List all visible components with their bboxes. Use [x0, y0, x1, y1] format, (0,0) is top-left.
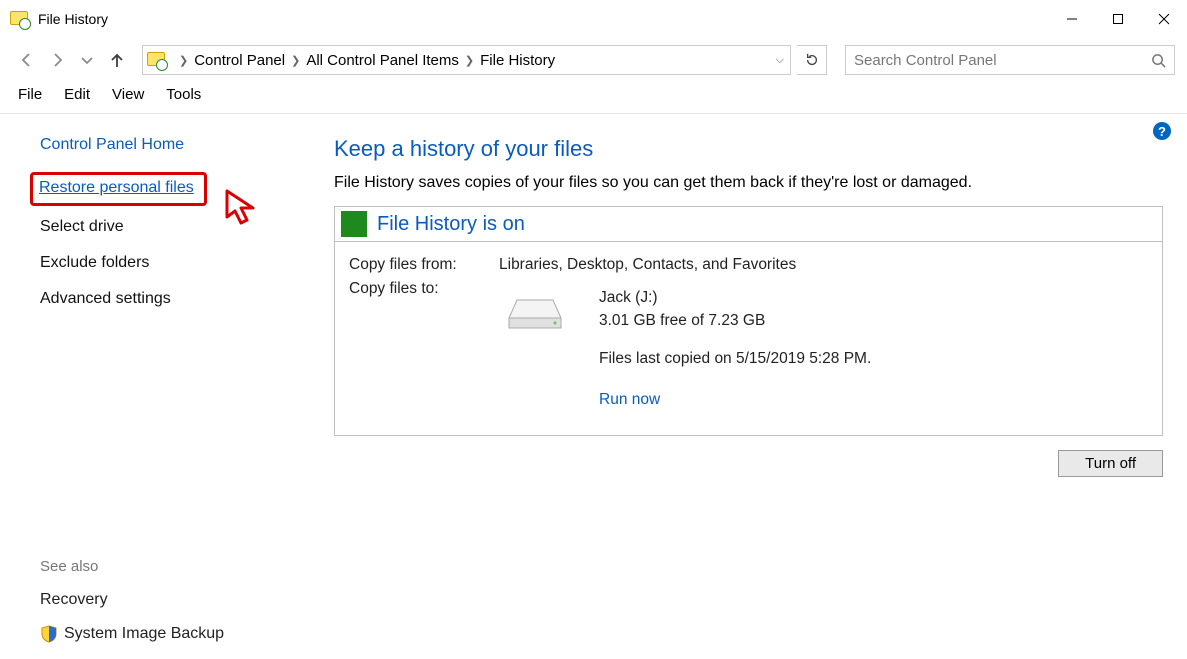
copy-from-label: Copy files from:: [349, 256, 499, 274]
sidebar-advanced-settings[interactable]: Advanced settings: [40, 290, 320, 308]
run-now-link[interactable]: Run now: [599, 388, 871, 411]
address-dropdown-icon[interactable]: ⌵: [776, 54, 784, 67]
status-indicator-icon: [341, 211, 367, 237]
status-title: File History is on: [377, 213, 525, 236]
menu-file[interactable]: File: [18, 86, 42, 103]
last-copied: Files last copied on 5/15/2019 5:28 PM.: [599, 347, 871, 370]
menu-tools[interactable]: Tools: [166, 86, 201, 103]
chevron-right-icon: ❯: [291, 54, 300, 67]
page-heading: Keep a history of your files: [334, 136, 1163, 162]
main-panel: Keep a history of your files File Histor…: [320, 118, 1187, 659]
sidebar-restore-personal-files[interactable]: Restore personal files: [39, 179, 194, 196]
sidebar-select-drive[interactable]: Select drive: [40, 218, 320, 236]
titlebar: File History: [0, 0, 1187, 38]
turn-off-button[interactable]: Turn off: [1058, 450, 1163, 477]
navigation-row: ❯ Control Panel ❯ All Control Panel Item…: [0, 38, 1187, 82]
sidebar-system-image-backup[interactable]: System Image Backup: [40, 625, 320, 643]
status-box: File History is on Copy files from: Libr…: [334, 206, 1163, 436]
chevron-right-icon: ❯: [465, 54, 474, 67]
breadcrumb-control-panel[interactable]: Control Panel: [194, 52, 285, 69]
drive-space: 3.01 GB free of 7.23 GB: [599, 309, 871, 332]
cursor-icon: [223, 187, 263, 232]
sidebar-system-image-label: System Image Backup: [64, 625, 224, 643]
content-area: ? Control Panel Home Restore personal fi…: [0, 114, 1187, 659]
sidebar-recovery[interactable]: Recovery: [40, 591, 320, 609]
annotation-highlight: Restore personal files: [30, 172, 207, 206]
breadcrumb-file-history[interactable]: File History: [480, 52, 555, 69]
help-icon[interactable]: ?: [1153, 122, 1171, 140]
shield-icon: [40, 625, 58, 643]
recent-dropdown[interactable]: [78, 51, 96, 69]
forward-button[interactable]: [48, 51, 66, 69]
back-button[interactable]: [18, 51, 36, 69]
page-subtitle: File History saves copies of your files …: [334, 174, 1163, 192]
sidebar-control-panel-home[interactable]: Control Panel Home: [40, 136, 320, 154]
refresh-button[interactable]: [797, 45, 827, 75]
search-input[interactable]: Search Control Panel: [845, 45, 1175, 75]
sidebar: Control Panel Home Restore personal file…: [0, 118, 320, 659]
status-header: File History is on: [335, 207, 1162, 242]
menu-view[interactable]: View: [112, 86, 144, 103]
location-icon: [147, 50, 167, 70]
menubar: File Edit View Tools: [0, 82, 1187, 114]
drive-name: Jack (J:): [599, 286, 871, 309]
up-button[interactable]: [108, 51, 126, 69]
file-history-app-icon: [10, 9, 30, 29]
copy-to-label: Copy files to:: [349, 280, 499, 411]
search-icon: [1151, 53, 1166, 68]
menu-edit[interactable]: Edit: [64, 86, 90, 103]
drive-icon: [499, 294, 571, 334]
window-title: File History: [38, 11, 108, 27]
sidebar-recovery-label: Recovery: [40, 591, 108, 609]
breadcrumb-all-items[interactable]: All Control Panel Items: [306, 52, 459, 69]
sidebar-exclude-folders[interactable]: Exclude folders: [40, 254, 320, 272]
minimize-button[interactable]: [1049, 3, 1095, 35]
see-also-heading: See also: [40, 558, 320, 575]
copy-from-value: Libraries, Desktop, Contacts, and Favori…: [499, 256, 796, 274]
address-bar[interactable]: ❯ Control Panel ❯ All Control Panel Item…: [142, 45, 791, 75]
chevron-right-icon: ❯: [179, 54, 188, 67]
close-button[interactable]: [1141, 3, 1187, 35]
maximize-button[interactable]: [1095, 3, 1141, 35]
search-placeholder: Search Control Panel: [854, 52, 1151, 69]
